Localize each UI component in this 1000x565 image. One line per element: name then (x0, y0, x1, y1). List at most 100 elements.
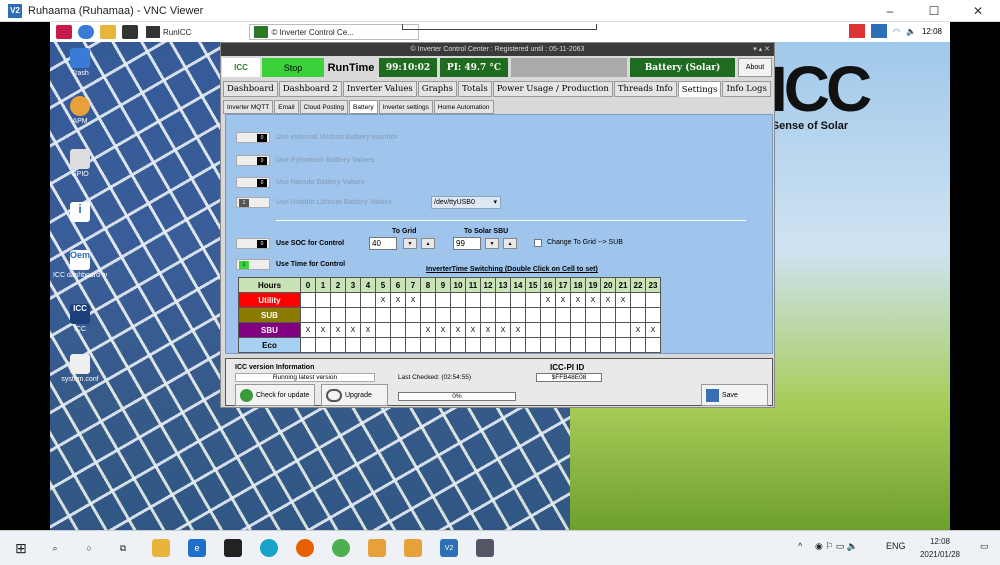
subtab-inverter-settings[interactable]: Inverter settings (378, 100, 433, 114)
grid-cell[interactable] (405, 322, 421, 338)
network-app-icon[interactable] (476, 539, 494, 557)
volume-icon[interactable]: 🔈 (906, 27, 916, 36)
tab-threads-info[interactable]: Threads Info (613, 81, 677, 97)
grid-cell[interactable] (585, 307, 601, 323)
grid-cell[interactable]: X (600, 292, 616, 308)
grid-cell[interactable] (360, 292, 376, 308)
grid-cell[interactable] (630, 292, 646, 308)
app-window-controls[interactable]: ▾ ▴ ✕ (753, 43, 770, 56)
maximize-button[interactable]: ☐ (912, 0, 956, 22)
grid-cell[interactable] (555, 322, 571, 338)
raspberry-menu-icon[interactable] (56, 25, 72, 39)
grid-cell[interactable] (375, 307, 391, 323)
grid-cell[interactable] (600, 322, 616, 338)
app-icon-1[interactable] (368, 539, 386, 557)
grid-cell[interactable] (300, 292, 316, 308)
grid-cell[interactable] (630, 307, 646, 323)
check-update-button[interactable]: Check for update (235, 384, 315, 406)
subtab-inverter-mqtt[interactable]: Inverter MQTT (223, 100, 274, 114)
grid-cell[interactable] (390, 337, 406, 353)
grid-cell[interactable]: X (420, 322, 436, 338)
grid-cell[interactable]: X (435, 322, 451, 338)
camera-app-icon[interactable] (224, 539, 242, 557)
grid-cell[interactable]: X (360, 322, 376, 338)
browser-icon[interactable] (78, 25, 94, 39)
grid-cell[interactable] (600, 337, 616, 353)
grid-cell[interactable] (450, 292, 466, 308)
info-desktop-icon[interactable]: i (50, 202, 110, 224)
grid-cell[interactable]: X (300, 322, 316, 338)
icc-window-task[interactable]: © Inverter Control Ce... (249, 24, 420, 40)
grid-cell[interactable] (600, 307, 616, 323)
subtab-battery[interactable]: Battery (349, 100, 378, 114)
grid-cell[interactable]: X (555, 292, 571, 308)
grid-cell[interactable] (510, 337, 526, 353)
tab-inverter-values[interactable]: Inverter Values (342, 81, 417, 97)
terminal-icon[interactable] (122, 25, 138, 39)
grid-cell[interactable]: X (390, 292, 406, 308)
grid-cell[interactable] (615, 322, 631, 338)
grid-cell[interactable] (615, 337, 631, 353)
grid-cell[interactable] (540, 337, 556, 353)
grid-cell[interactable]: X (465, 322, 481, 338)
grid-cell[interactable] (420, 292, 436, 308)
grid-cell[interactable]: X (570, 292, 586, 308)
grid-cell[interactable] (645, 307, 661, 323)
tab-dashboard[interactable]: Dashboard (223, 81, 278, 97)
grid-cell[interactable] (330, 292, 346, 308)
save-button[interactable]: Save (701, 384, 768, 406)
tab-settings[interactable]: Settings (677, 81, 722, 97)
grid-cell[interactable] (480, 307, 496, 323)
apm-desktop-icon[interactable]: APM (50, 96, 110, 125)
grid-cell[interactable] (360, 337, 376, 353)
grid-cell[interactable] (525, 292, 541, 308)
soc-toggle[interactable]: 0 (236, 238, 270, 249)
about-button[interactable]: About (738, 58, 772, 77)
grid-cell[interactable] (510, 292, 526, 308)
close-button[interactable]: ✕ (956, 0, 1000, 22)
search-box[interactable] (402, 24, 597, 30)
tab-graphs[interactable]: Graphs (417, 81, 457, 97)
grid-cell[interactable] (525, 307, 541, 323)
windows-clock[interactable]: 12:08 2021/01/28 (920, 535, 960, 561)
icc-dashboard-desktop-icon[interactable]: Oem ICC dashboard w (50, 250, 110, 279)
grid-cell[interactable] (315, 292, 331, 308)
upgrade-button[interactable]: Upgrade (321, 384, 388, 406)
grid-cell[interactable] (630, 337, 646, 353)
grid-cell[interactable] (330, 337, 346, 353)
cortana-icon[interactable]: ○ (80, 539, 98, 557)
grid-cell[interactable]: X (330, 322, 346, 338)
grid-cell[interactable] (360, 307, 376, 323)
grid-cell[interactable] (435, 292, 451, 308)
subtab-cloud-posting[interactable]: Cloud Posting (299, 100, 349, 114)
to-grid-input[interactable]: 40 (369, 237, 397, 250)
vnc-server-icon[interactable] (871, 24, 888, 38)
grid-cell[interactable] (405, 337, 421, 353)
grid-cell[interactable] (465, 337, 481, 353)
minimize-button[interactable]: – (868, 0, 912, 22)
notification-icon[interactable]: ▭ (980, 541, 989, 552)
grid-cell[interactable] (480, 292, 496, 308)
grid-cell[interactable] (510, 307, 526, 323)
grid-cell[interactable]: X (540, 292, 556, 308)
grid-cell[interactable] (300, 307, 316, 323)
to-grid-down-button[interactable]: ▼ (403, 238, 417, 249)
time-switching-grid[interactable]: Hours 0 1 2 3 4 5 6 7 8 9 10 11 12 13 14 15 16 17 18 19 20 21 2… (238, 277, 661, 353)
grid-cell[interactable] (300, 337, 316, 353)
grid-cell[interactable] (465, 292, 481, 308)
to-solar-down-button[interactable]: ▼ (485, 238, 499, 249)
grid-cell[interactable]: X (450, 322, 466, 338)
vnc-tray-icon[interactable] (849, 24, 866, 38)
task-view-icon[interactable]: ⧉ (114, 539, 132, 557)
start-icon[interactable]: ⊞ (12, 539, 30, 557)
grid-cell[interactable] (375, 337, 391, 353)
grid-cell[interactable] (585, 337, 601, 353)
grid-cell[interactable] (405, 307, 421, 323)
file-explorer-icon[interactable] (152, 539, 170, 557)
narada-toggle[interactable]: 0 (236, 177, 270, 188)
grid-cell[interactable] (645, 337, 661, 353)
grid-cell[interactable] (390, 322, 406, 338)
victron-toggle[interactable]: 0 (236, 132, 270, 143)
system-conf-desktop-icon[interactable]: system.conf (50, 354, 110, 383)
to-grid-up-button[interactable]: ▲ (421, 238, 435, 249)
